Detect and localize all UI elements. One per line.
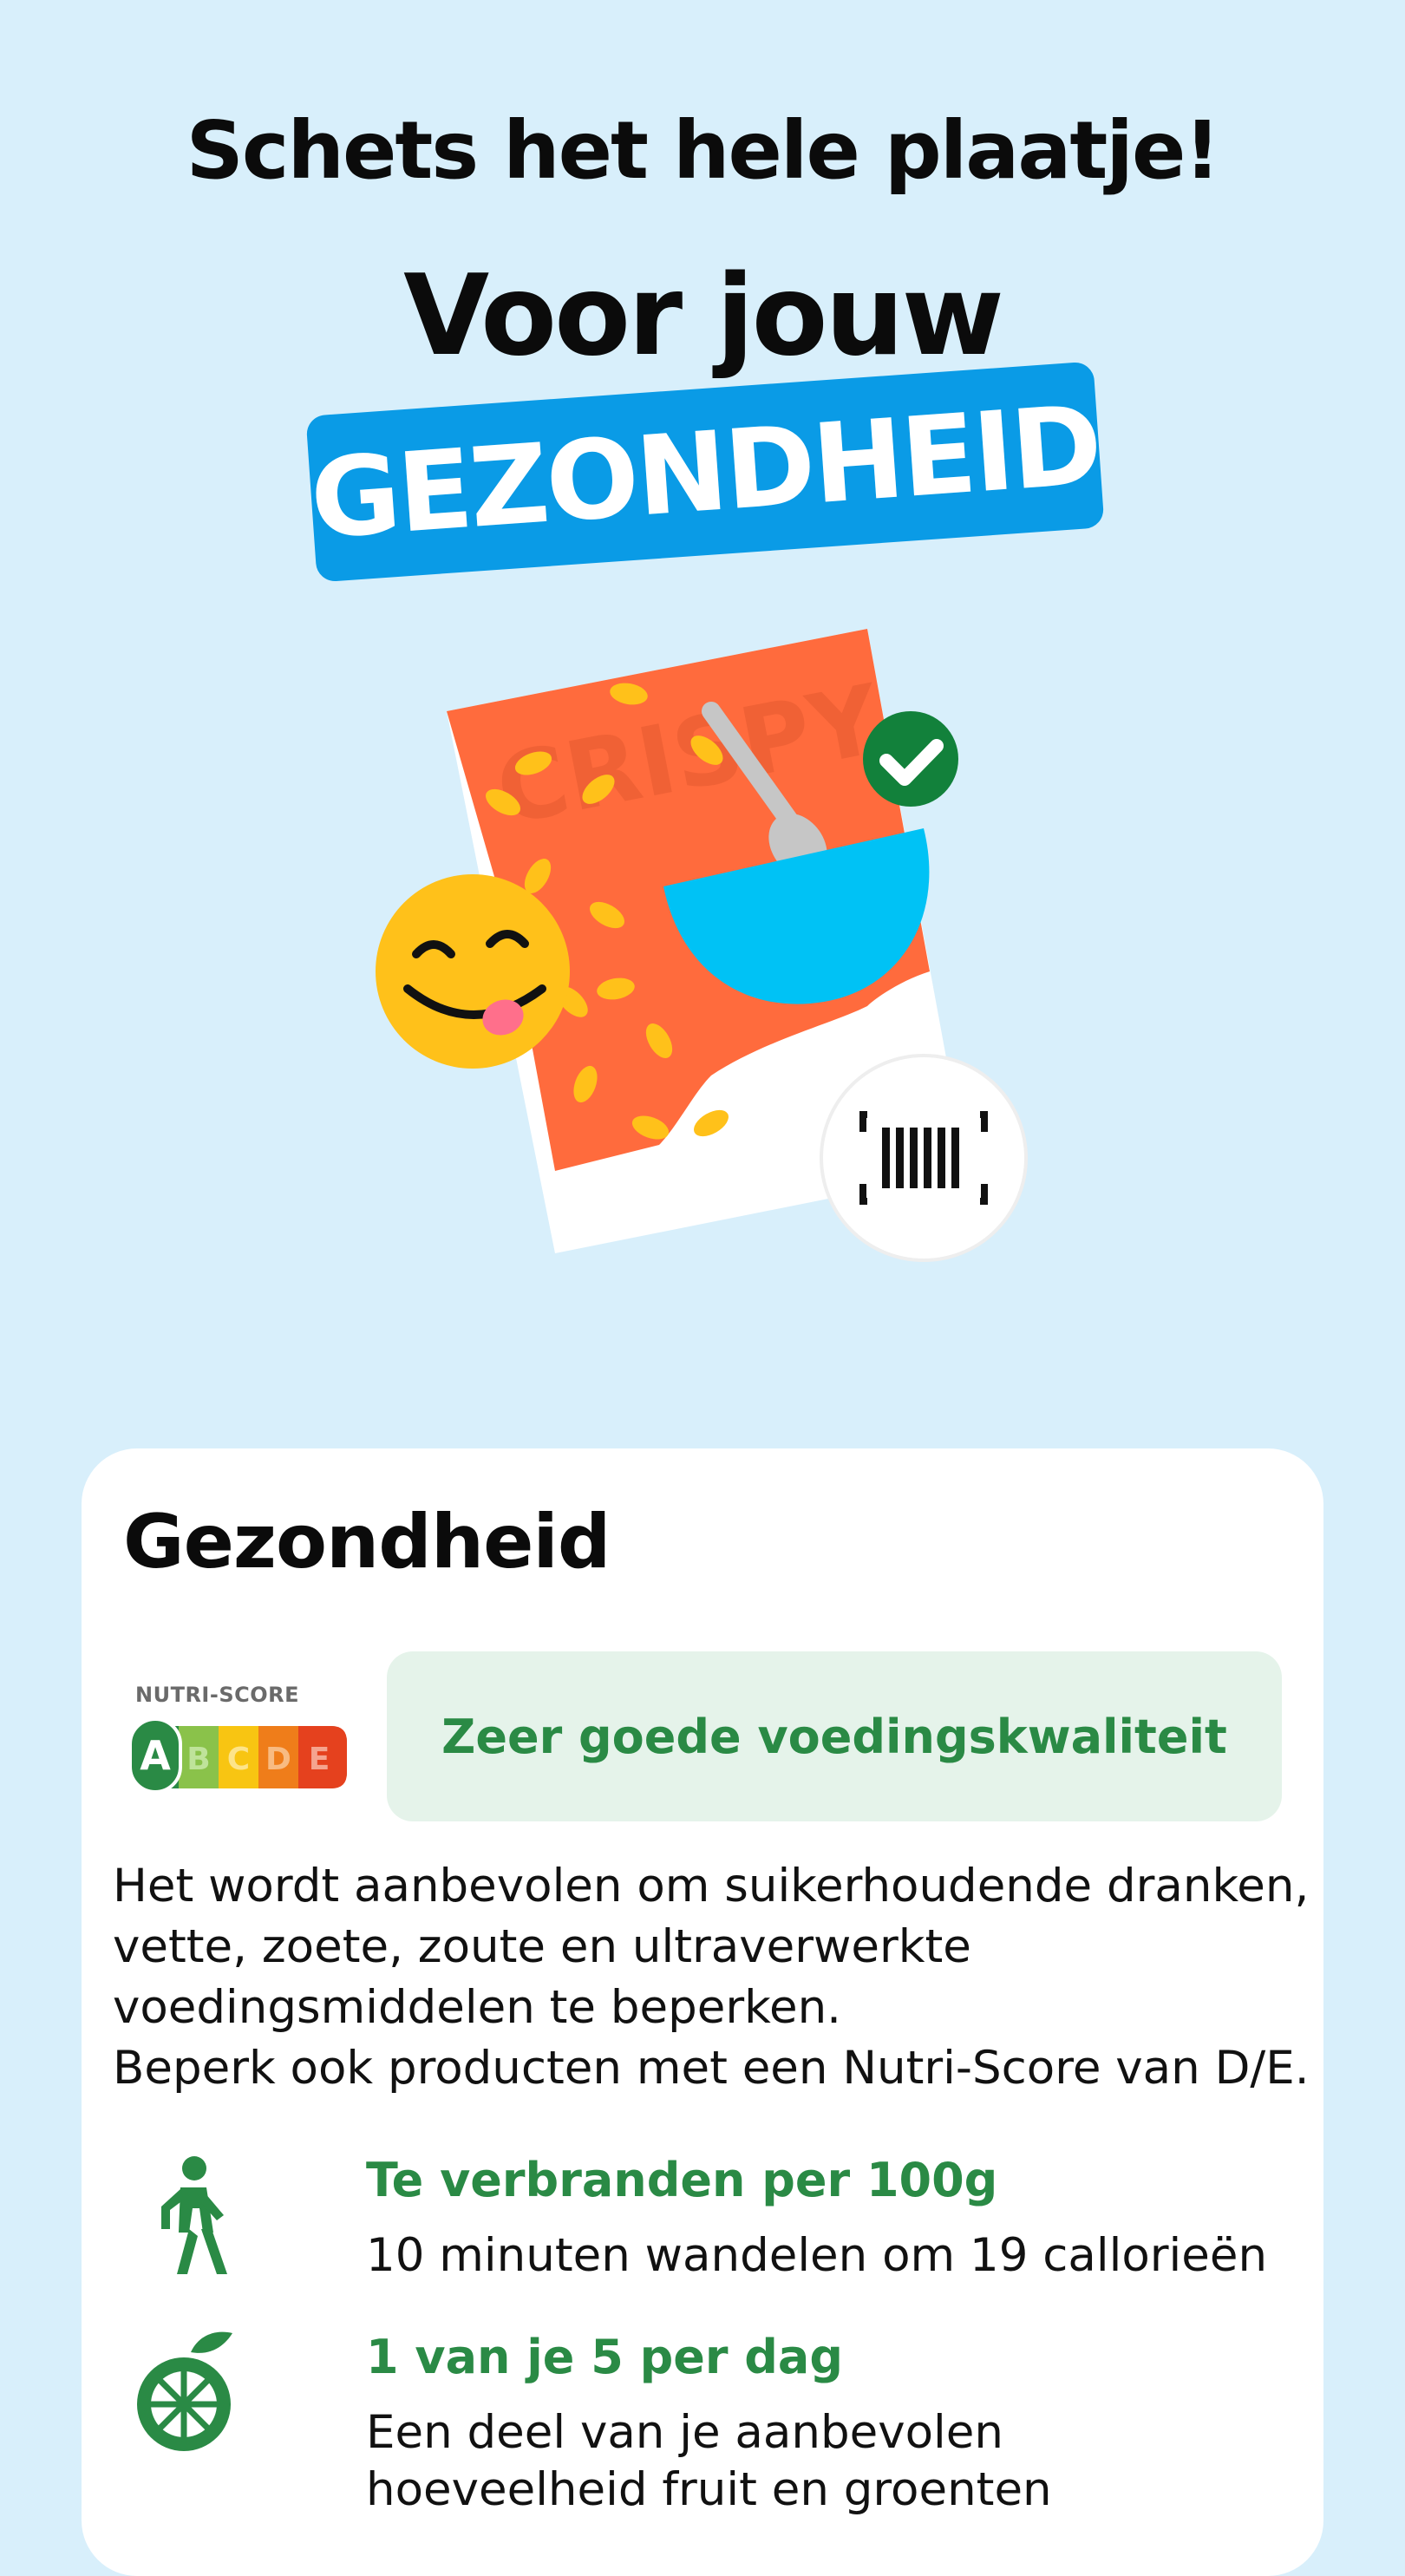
nutri-letter-d: D	[265, 1742, 291, 1777]
headline: Schets het hele plaatje!	[186, 104, 1221, 197]
quality-badge: Zeer goede voedingskwaliteit	[387, 1651, 1282, 1821]
fruit-text: Een deel van je aanbevolen hoeveelheid f…	[366, 2404, 1052, 2519]
health-card: Gezondheid NUTRI-SCORE A B C D E Zeer go…	[82, 1448, 1323, 2576]
page-title: Voor jouw	[403, 252, 1004, 381]
recommendation-line: Het wordt aanbevolen om suikerhoudende d…	[113, 1860, 1310, 1912]
nutri-letter-a: A	[140, 1732, 171, 1779]
nutri-letter-c: C	[227, 1742, 250, 1777]
quality-label: Zeer goede voedingskwaliteit	[441, 1709, 1227, 1764]
recommendation-line: Beperk ook producten met een Nutri-Score…	[113, 2042, 1310, 2095]
nutri-score-badge: NUTRI-SCORE A B C D E	[130, 1683, 356, 1804]
burn-text: 10 minuten wandelen om 19 callorieën	[366, 2229, 1268, 2282]
nutri-score-scale: A B C D E	[130, 1719, 347, 1792]
banner-text: GEZONDHEID	[306, 380, 1104, 564]
recommendation-text: Het wordt aanbevolen om suikerhoudende d…	[113, 1856, 1310, 2099]
product-illustration: CRISPY	[376, 629, 1028, 1262]
burn-heading: Te verbranden per 100g	[366, 2153, 998, 2207]
recommendation-line: vette, zoete, zoute en ultraverwerkte	[113, 1920, 971, 1973]
nutri-score-label: NUTRI-SCORE	[135, 1683, 299, 1707]
card-title: Gezondheid	[123, 1499, 611, 1585]
barcode-scan-icon	[820, 1054, 1028, 1262]
smiley-tongue-icon	[376, 874, 570, 1069]
fruit-text-line: hoeveelheid fruit en groenten	[366, 2463, 1052, 2516]
walking-person-icon	[161, 2156, 227, 2274]
fruit-text-line: Een deel van je aanbevolen	[366, 2406, 1003, 2459]
check-badge-icon	[863, 711, 958, 807]
title-banner: GEZONDHEID	[305, 361, 1105, 583]
fruit-icon	[137, 2331, 232, 2451]
fruit-heading: 1 van je 5 per dag	[366, 2330, 844, 2384]
recommendation-line: voedingsmiddelen te beperken.	[113, 1981, 842, 2034]
nutri-letter-b: B	[186, 1742, 210, 1777]
nutri-letter-e: E	[309, 1742, 330, 1777]
